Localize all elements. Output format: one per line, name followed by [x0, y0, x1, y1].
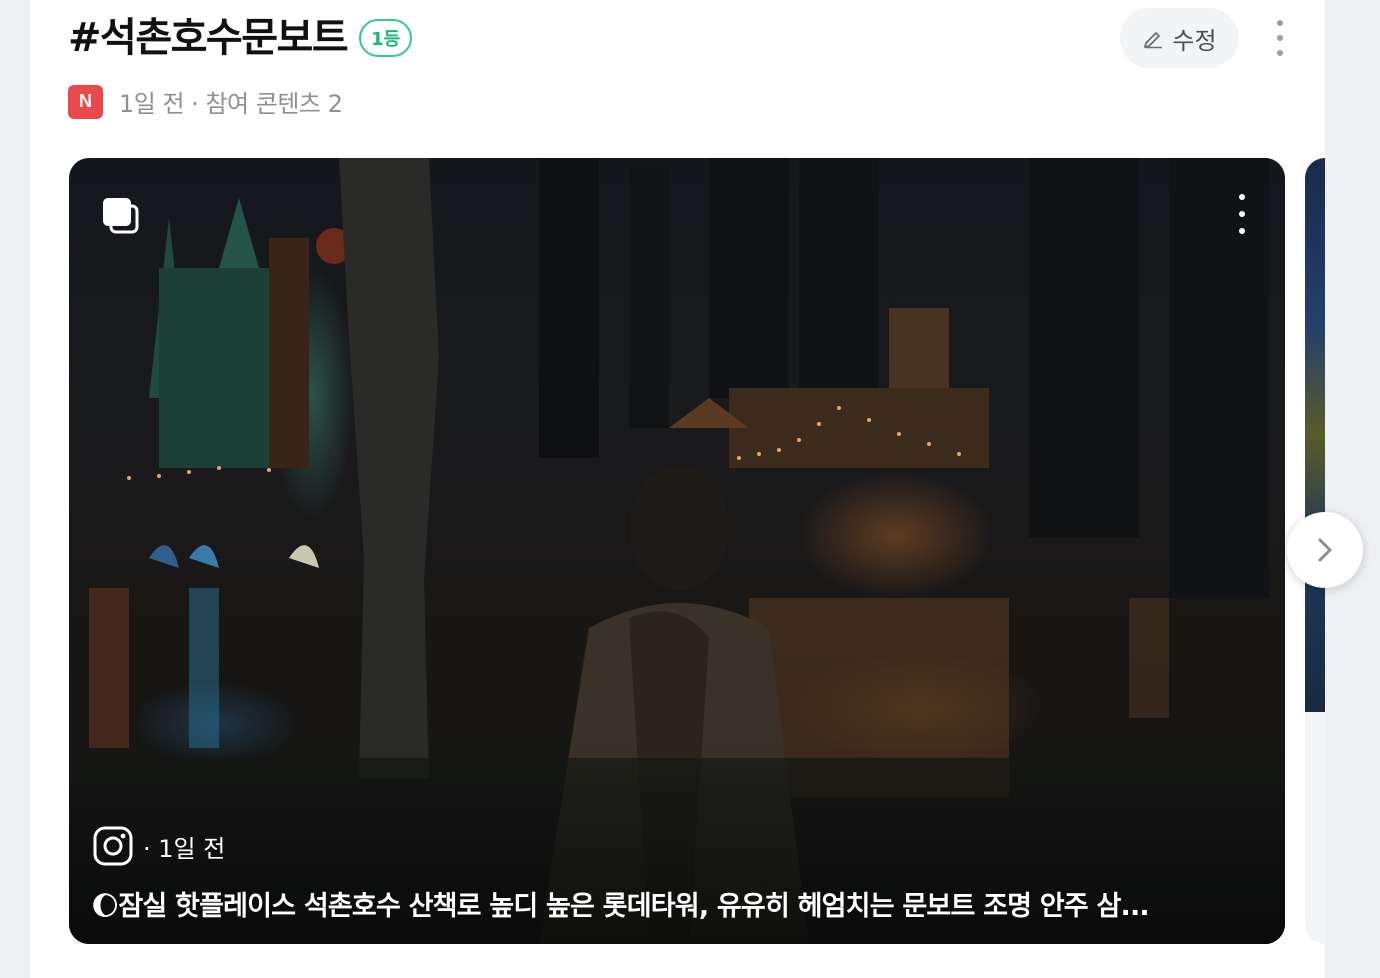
- edit-label: 수정: [1172, 26, 1217, 55]
- pencil-icon: [1144, 32, 1163, 49]
- content-card[interactable]: · 1일 전 🌔잠실 핫플레이스 석촌호수 산책로 높디 높은 롯데타워, 유유…: [69, 158, 1285, 944]
- source-badge: N: [68, 84, 103, 119]
- card-more-icon[interactable]: [1237, 194, 1247, 234]
- next-button[interactable]: [1287, 512, 1363, 588]
- edit-button[interactable]: 수정: [1120, 8, 1239, 68]
- title-row: #석촌호수문보트 1등: [68, 14, 413, 62]
- chevron-right-icon: [1318, 538, 1332, 562]
- page-card: #석촌호수문보트 1등 수정 N 1일 전 · 참여 콘텐츠 2 · 1일 전 …: [30, 0, 1325, 978]
- gallery-stack-icon: [103, 198, 139, 234]
- next-content-thumbnail: [1305, 158, 1325, 712]
- meta-row: N 1일 전 · 참여 콘텐츠 2: [68, 84, 343, 119]
- rank-badge: 1등: [359, 19, 413, 57]
- meta-text: 1일 전 · 참여 콘텐츠 2: [119, 90, 343, 118]
- post-title[interactable]: 🌔잠실 핫플레이스 석촌호수 산책로 높디 높은 롯데타워, 유유히 헤엄치는 …: [91, 884, 1271, 923]
- instagram-icon: [93, 826, 133, 866]
- more-vertical-icon[interactable]: [1268, 16, 1292, 60]
- post-time: · 1일 전: [143, 834, 226, 863]
- page-title: #석촌호수문보트: [68, 15, 349, 61]
- post-meta: · 1일 전: [93, 826, 225, 866]
